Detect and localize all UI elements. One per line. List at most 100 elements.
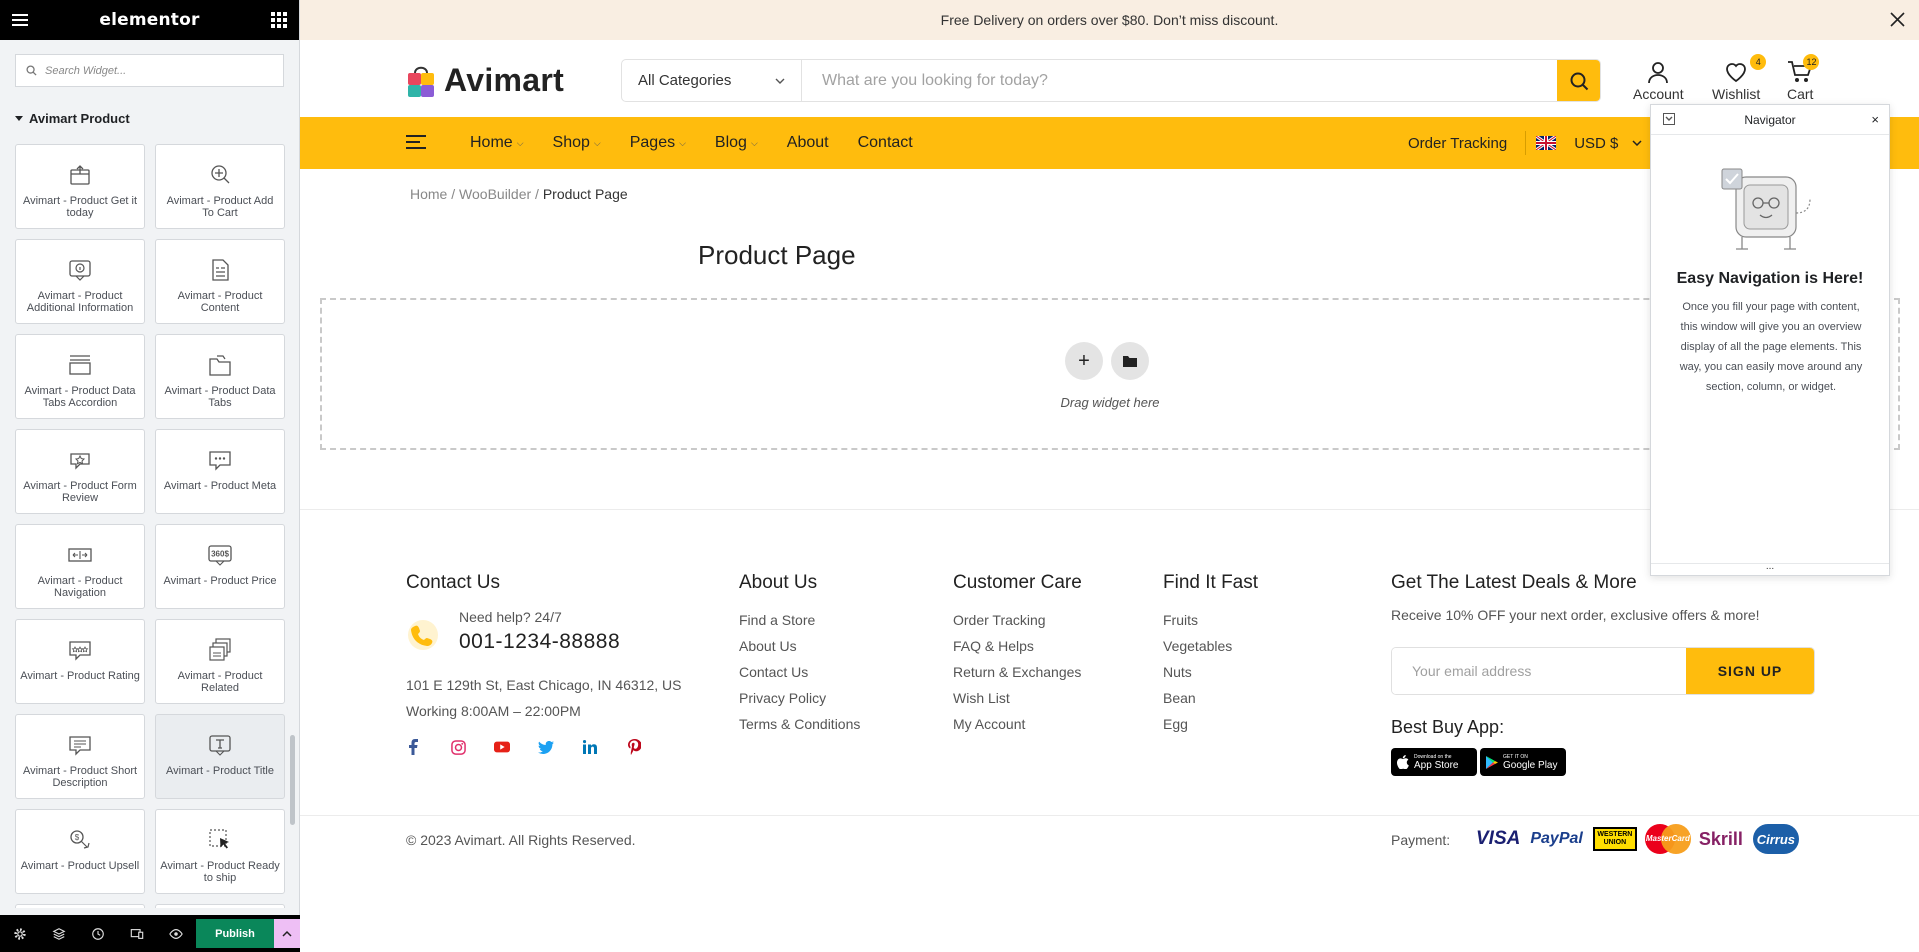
close-icon[interactable]: × (1871, 112, 1879, 127)
navigator-resize-handle[interactable]: ... (1651, 562, 1889, 575)
nav-item-home[interactable]: Home ⌵ (470, 134, 524, 152)
footer-link[interactable]: Bean (1163, 685, 1232, 711)
breadcrumb: Home / WooBuilder / Product Page (410, 186, 628, 202)
history-icon[interactable] (90, 926, 106, 942)
svg-text:$: $ (75, 833, 80, 842)
facebook-icon[interactable] (406, 739, 422, 755)
footer-link[interactable]: Vegetables (1163, 633, 1232, 659)
newsletter-email-input[interactable] (1392, 648, 1686, 694)
menu-icon[interactable] (12, 14, 28, 26)
nav-item-shop[interactable]: Shop ⌵ (553, 134, 601, 152)
cirrus-logo: Cirrus (1752, 824, 1799, 854)
category-select[interactable]: All Categories (622, 60, 802, 101)
footer-link[interactable]: Wish List (953, 685, 1081, 711)
widget-partial[interactable] (155, 904, 285, 908)
short-description-icon (69, 736, 91, 756)
footer-link[interactable]: About Us (739, 633, 860, 659)
widget-product-short-description[interactable]: Avimart - Product Short Description (15, 714, 145, 799)
add-section-plus-icon[interactable]: + (1065, 342, 1103, 380)
accordion-icon (69, 355, 91, 375)
widget-product-upsell[interactable]: $ Avimart - Product Upsell (15, 809, 145, 894)
footer-link[interactable]: FAQ & Helps (953, 633, 1081, 659)
uk-flag-icon[interactable] (1536, 136, 1557, 150)
breadcrumb-woobuilder[interactable]: WooBuilder (459, 186, 531, 202)
widget-product-data-tabs[interactable]: Avimart - Product Data Tabs (155, 334, 285, 419)
publish-button[interactable]: Publish (196, 919, 274, 948)
content-icon (212, 259, 229, 281)
widgets-grid-icon[interactable] (270, 12, 287, 28)
footer-link[interactable]: Nuts (1163, 659, 1232, 685)
footer-link[interactable]: Terms & Conditions (739, 711, 860, 737)
widget-product-related[interactable]: Avimart - Product Related (155, 619, 285, 704)
widget-search (15, 54, 284, 87)
template-library-folder-icon[interactable] (1111, 342, 1149, 380)
nav-item-blog[interactable]: Blog ⌵ (715, 134, 758, 152)
navigator-header[interactable]: Navigator × (1651, 105, 1889, 135)
footer-link[interactable]: Return & Exchanges (953, 659, 1081, 685)
footer-customer-care-heading: Customer Care (953, 572, 1082, 593)
widget-product-data-tabs-accordion[interactable]: Avimart - Product Data Tabs Accordion (15, 334, 145, 419)
footer-deals-subtext: Receive 10% OFF your next order, exclusi… (1391, 607, 1760, 623)
publish-options-chevron-up-icon[interactable] (274, 919, 300, 948)
youtube-icon[interactable] (494, 739, 510, 755)
footer-link[interactable]: Privacy Policy (739, 685, 860, 711)
panel-scrollbar[interactable] (290, 735, 295, 825)
close-icon[interactable] (1890, 12, 1905, 30)
currency-select[interactable]: USD $ (1574, 135, 1618, 152)
breadcrumb-home[interactable]: Home (410, 186, 447, 202)
nav-item-pages[interactable]: Pages ⌵ (630, 134, 686, 152)
categories-menu-icon[interactable] (406, 135, 426, 149)
widget-partial[interactable] (15, 904, 145, 908)
copyright-text: © 2023 Avimart. All Rights Reserved. (406, 832, 636, 848)
category-toggle-avimart-product[interactable]: Avimart Product (15, 111, 284, 126)
collapse-all-icon[interactable] (1663, 113, 1675, 128)
nav-item-about[interactable]: About (787, 134, 829, 152)
site-logo[interactable]: Avimart (406, 62, 564, 99)
linkedin-icon[interactable] (582, 739, 598, 755)
nav-item-contact[interactable]: Contact (858, 134, 913, 152)
user-icon (1648, 62, 1669, 84)
widget-search-input[interactable] (45, 64, 265, 77)
widget-product-ready-to-ship[interactable]: Avimart - Product Ready to ship (155, 809, 285, 894)
widget-product-content[interactable]: Avimart - Product Content (155, 239, 285, 324)
google-play-badge[interactable]: GET IT ON Google Play (1480, 748, 1566, 776)
responsive-mode-icon[interactable] (129, 926, 145, 942)
chevron-down-icon[interactable] (1632, 140, 1642, 146)
widget-product-additional-information[interactable]: Avimart - Product Additional Information (15, 239, 145, 324)
navigator-description: Once you fill your page with content, th… (1679, 301, 1863, 393)
footer-link[interactable]: Fruits (1163, 607, 1232, 633)
product-search-input[interactable] (802, 60, 1557, 101)
footer-link[interactable]: Egg (1163, 711, 1232, 737)
widget-product-meta[interactable]: Avimart - Product Meta (155, 429, 285, 514)
widget-product-get-it-today[interactable]: Avimart - Product Get it today (15, 144, 145, 229)
title-icon (209, 735, 231, 756)
preview-eye-icon[interactable] (168, 926, 184, 942)
twitter-icon[interactable] (538, 739, 554, 755)
contact-help-text: Need help? 24/7 (459, 609, 562, 625)
instagram-icon[interactable] (450, 739, 466, 755)
contact-phone[interactable]: 001-1234-88888 (459, 630, 620, 654)
widget-product-navigation[interactable]: Avimart - Product Navigation (15, 524, 145, 609)
cart-link[interactable]: 12 Cart (1787, 54, 1820, 102)
footer-link[interactable]: Find a Store (739, 607, 860, 633)
nav-links: Home ⌵ Shop ⌵ Pages ⌵ Blog ⌵ About Contact (470, 117, 942, 169)
order-tracking-link[interactable]: Order Tracking (1408, 135, 1507, 152)
footer-link[interactable]: My Account (953, 711, 1081, 737)
widget-product-rating[interactable]: Avimart - Product Rating (15, 619, 145, 704)
widget-product-price[interactable]: 360$ Avimart - Product Price (155, 524, 285, 609)
layers-icon[interactable] (51, 926, 67, 942)
widget-product-add-to-cart[interactable]: Avimart - Product Add To Cart (155, 144, 285, 229)
widget-product-title[interactable]: Avimart - Product Title (155, 714, 285, 799)
search-button[interactable] (1557, 60, 1600, 101)
wishlist-link[interactable]: 4 Wishlist (1712, 54, 1767, 102)
footer-link[interactable]: Contact Us (739, 659, 860, 685)
navigator-title: Navigator (1744, 112, 1796, 127)
account-link[interactable]: Account (1633, 60, 1684, 102)
widget-product-form-review[interactable]: Avimart - Product Form Review (15, 429, 145, 514)
pinterest-icon[interactable] (626, 739, 642, 755)
signup-button[interactable]: SIGN UP (1686, 648, 1814, 694)
settings-gear-icon[interactable] (12, 926, 28, 942)
app-store-badge[interactable]: Download on the App Store (1391, 748, 1477, 776)
footer-link[interactable]: Order Tracking (953, 607, 1081, 633)
newsletter-form: SIGN UP (1391, 647, 1815, 695)
